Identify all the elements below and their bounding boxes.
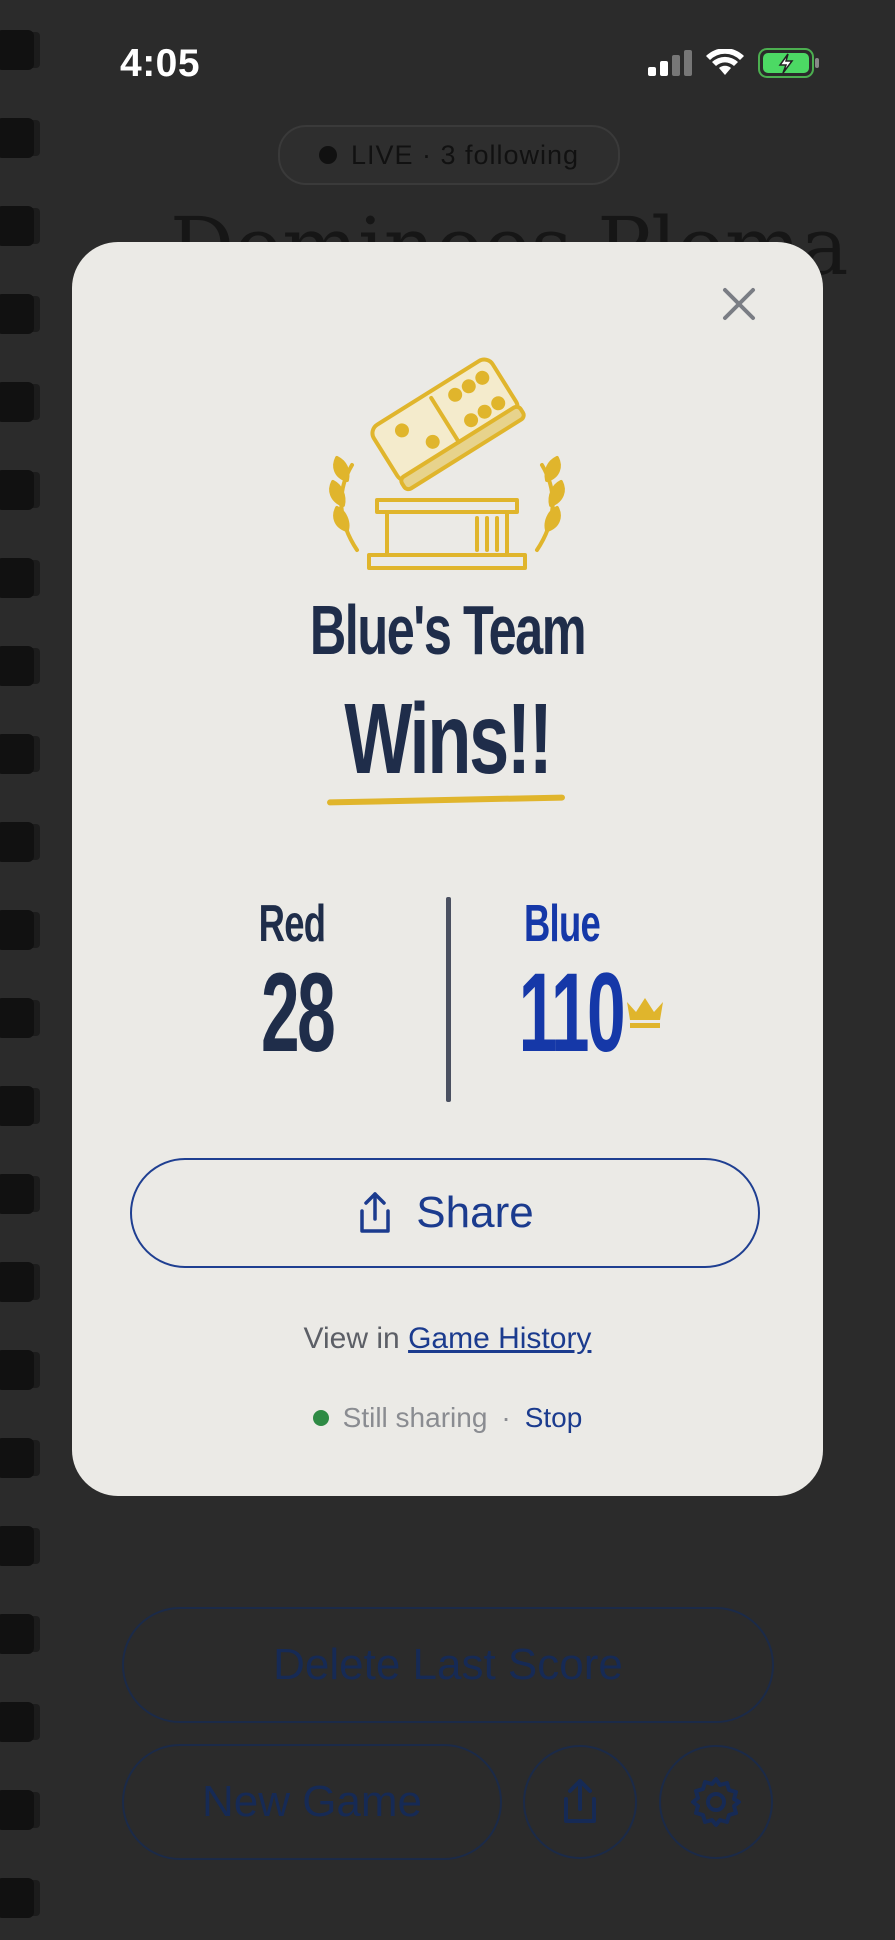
sharing-status-row: Still sharing · Stop [72,1402,823,1434]
share-icon [360,1192,391,1233]
battery-charging-icon [758,48,819,78]
sharing-active-dot-icon [312,1410,329,1426]
live-status-pill: LIVE · 3 following [278,125,620,185]
winner-modal: Blue's Team Wins!! Red 28 Blue 110 Share… [72,242,823,1496]
team-score-blue: Blue 110 [492,894,632,1072]
share-button[interactable]: Share [130,1158,760,1268]
winner-headline-team: Blue's Team [309,591,587,669]
status-icons [648,48,820,78]
winner-headline-wins: Wins!! [344,683,553,795]
team-score-value: 28 [261,950,336,1075]
stop-sharing-button[interactable]: Stop [525,1402,583,1434]
status-time: 4:05 [120,42,201,85]
game-history-line: View in Game History [72,1322,823,1356]
domino-trophy-icon [329,357,565,570]
history-prefix: View in [303,1322,400,1355]
live-pill-label: LIVE · 3 following [350,139,580,170]
team-score-value: 110 [518,950,626,1075]
close-icon [723,288,755,320]
share-button-label: Share [416,1188,534,1237]
delete-last-score-button[interactable]: Delete Last Score [122,1607,774,1723]
sharing-status-text: Still sharing [342,1402,488,1433]
gear-icon [691,1777,741,1827]
signal-icon [648,50,692,76]
settings-button[interactable] [659,1745,773,1859]
score-divider [446,897,451,1102]
team-name: Blue [523,895,601,953]
close-button[interactable] [713,278,765,330]
share-icon [564,1779,596,1823]
background-share-button[interactable] [523,1745,637,1859]
status-bar: 4:05 [0,0,895,130]
game-history-link[interactable]: Game History [408,1322,591,1355]
wifi-icon [706,49,744,75]
team-score-red: Red 28 [242,894,342,1072]
new-game-button[interactable]: New Game [122,1744,502,1860]
crown-icon [627,998,663,1028]
live-dot-icon [318,146,337,164]
team-name: Red [258,895,326,953]
separator-dot: · [501,1402,511,1433]
